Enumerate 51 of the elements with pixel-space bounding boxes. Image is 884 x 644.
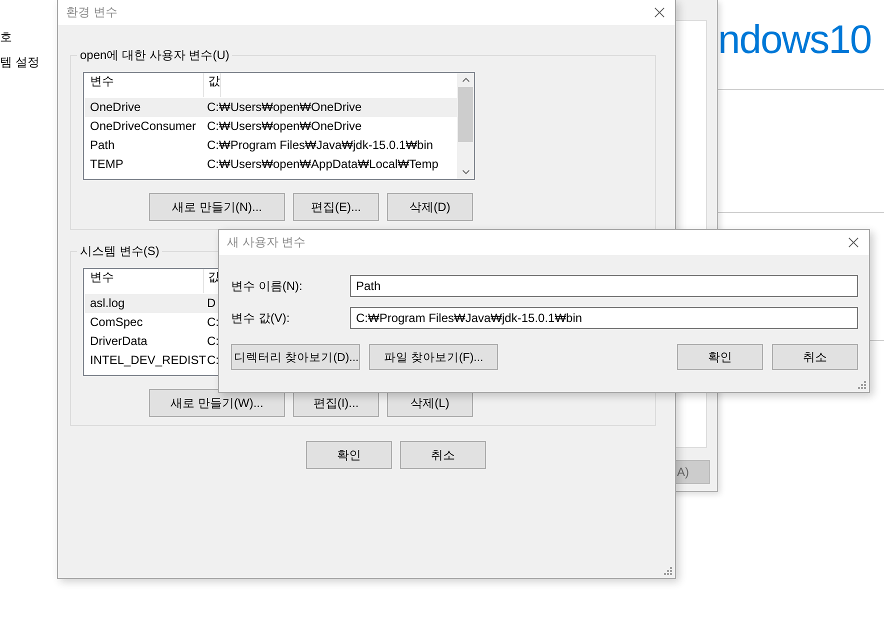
- dialog-button[interactable]: 새로 만들기(N)...: [149, 193, 285, 221]
- variable-value: D: [206, 295, 216, 312]
- variable-name: Path: [89, 137, 116, 154]
- field-label: 변수 값(V):: [231, 310, 291, 326]
- resize-grip-icon[interactable]: [664, 567, 672, 575]
- list-view[interactable]: 변수 값 OneDrive C:₩Users₩open₩OneDrive OneDriveConsumer C:₩Users₩open₩OneDrive Path C:₩Program Files₩Java₩jdk-15.0.1₩bin TEMP C:₩Users₩open₩AppData₩Local₩Temp: [83, 72, 475, 180]
- group-label: open에 대한 사용자 변수(U): [77, 48, 232, 63]
- dialog-button[interactable]: 확인: [306, 441, 392, 469]
- resize-grip-icon[interactable]: [858, 381, 866, 389]
- browse-button[interactable]: 파일 찾아보기(F)...: [369, 344, 498, 370]
- close-icon[interactable]: [848, 237, 859, 248]
- close-icon[interactable]: [654, 7, 665, 18]
- field-label: 변수 이름(N):: [231, 278, 304, 294]
- variable-value: C:: [206, 352, 219, 369]
- list-row[interactable]: TEMP C:₩Users₩open₩AppData₩Local₩Temp: [85, 155, 457, 174]
- input-field[interactable]: Path: [350, 275, 858, 297]
- browse-button[interactable]: 디렉터리 찾아보기(D)...: [231, 344, 360, 370]
- variable-name: asl.log: [89, 295, 126, 312]
- settings-menu-item[interactable]: 호: [0, 29, 40, 45]
- group-label: 시스템 변수(S): [77, 244, 162, 259]
- column-header[interactable]: 변수: [85, 73, 204, 97]
- settings-menu-item[interactable]: 템 설정: [0, 54, 40, 70]
- dialog-button[interactable]: 취소: [400, 441, 486, 469]
- column-header[interactable]: 값: [204, 73, 221, 97]
- scroll-down-icon[interactable]: [462, 169, 470, 175]
- variable-name: OneDrive: [89, 99, 142, 116]
- list-row[interactable]: OneDrive C:₩Users₩open₩OneDrive: [85, 98, 457, 117]
- variable-name: OneDriveConsumer: [89, 118, 198, 135]
- variable-value: C:₩Users₩open₩AppData₩Local₩Temp: [206, 156, 438, 173]
- list-row[interactable]: OneDriveConsumer C:₩Users₩open₩OneDrive: [85, 117, 457, 136]
- variable-name: DriverData: [89, 333, 148, 350]
- list-row[interactable]: Path C:₩Program Files₩Java₩jdk-15.0.1₩bin: [85, 136, 457, 155]
- window-title: 환경 변수: [66, 4, 118, 21]
- dialog-button[interactable]: 취소: [772, 344, 858, 370]
- dialog-button[interactable]: 편집(E)...: [293, 193, 379, 221]
- scrollbar[interactable]: [457, 73, 474, 179]
- variable-name: TEMP: [89, 156, 124, 173]
- window-title: 새 사용자 변수: [227, 234, 306, 251]
- input-field[interactable]: C:₩Program Files₩Java₩jdk-15.0.1₩bin: [350, 307, 858, 329]
- logo-text: ndows10: [718, 18, 872, 63]
- variable-value: C:: [206, 314, 219, 331]
- variable-value: C:₩Program Files₩Java₩jdk-15.0.1₩bin: [206, 137, 434, 154]
- dialog-button[interactable]: 확인: [677, 344, 763, 370]
- variable-value: C:₩Users₩open₩OneDrive: [206, 99, 362, 116]
- variable-value: C:₩Users₩open₩OneDrive: [206, 118, 362, 135]
- column-header[interactable]: 변수: [85, 269, 204, 293]
- dialog-button[interactable]: 삭제(D): [387, 193, 473, 221]
- dialog-button[interactable]: 새로 만들기(W)...: [149, 389, 285, 417]
- variable-name: ComSpec: [89, 314, 144, 331]
- variable-value: C:: [206, 333, 219, 350]
- scroll-up-icon[interactable]: [462, 77, 470, 83]
